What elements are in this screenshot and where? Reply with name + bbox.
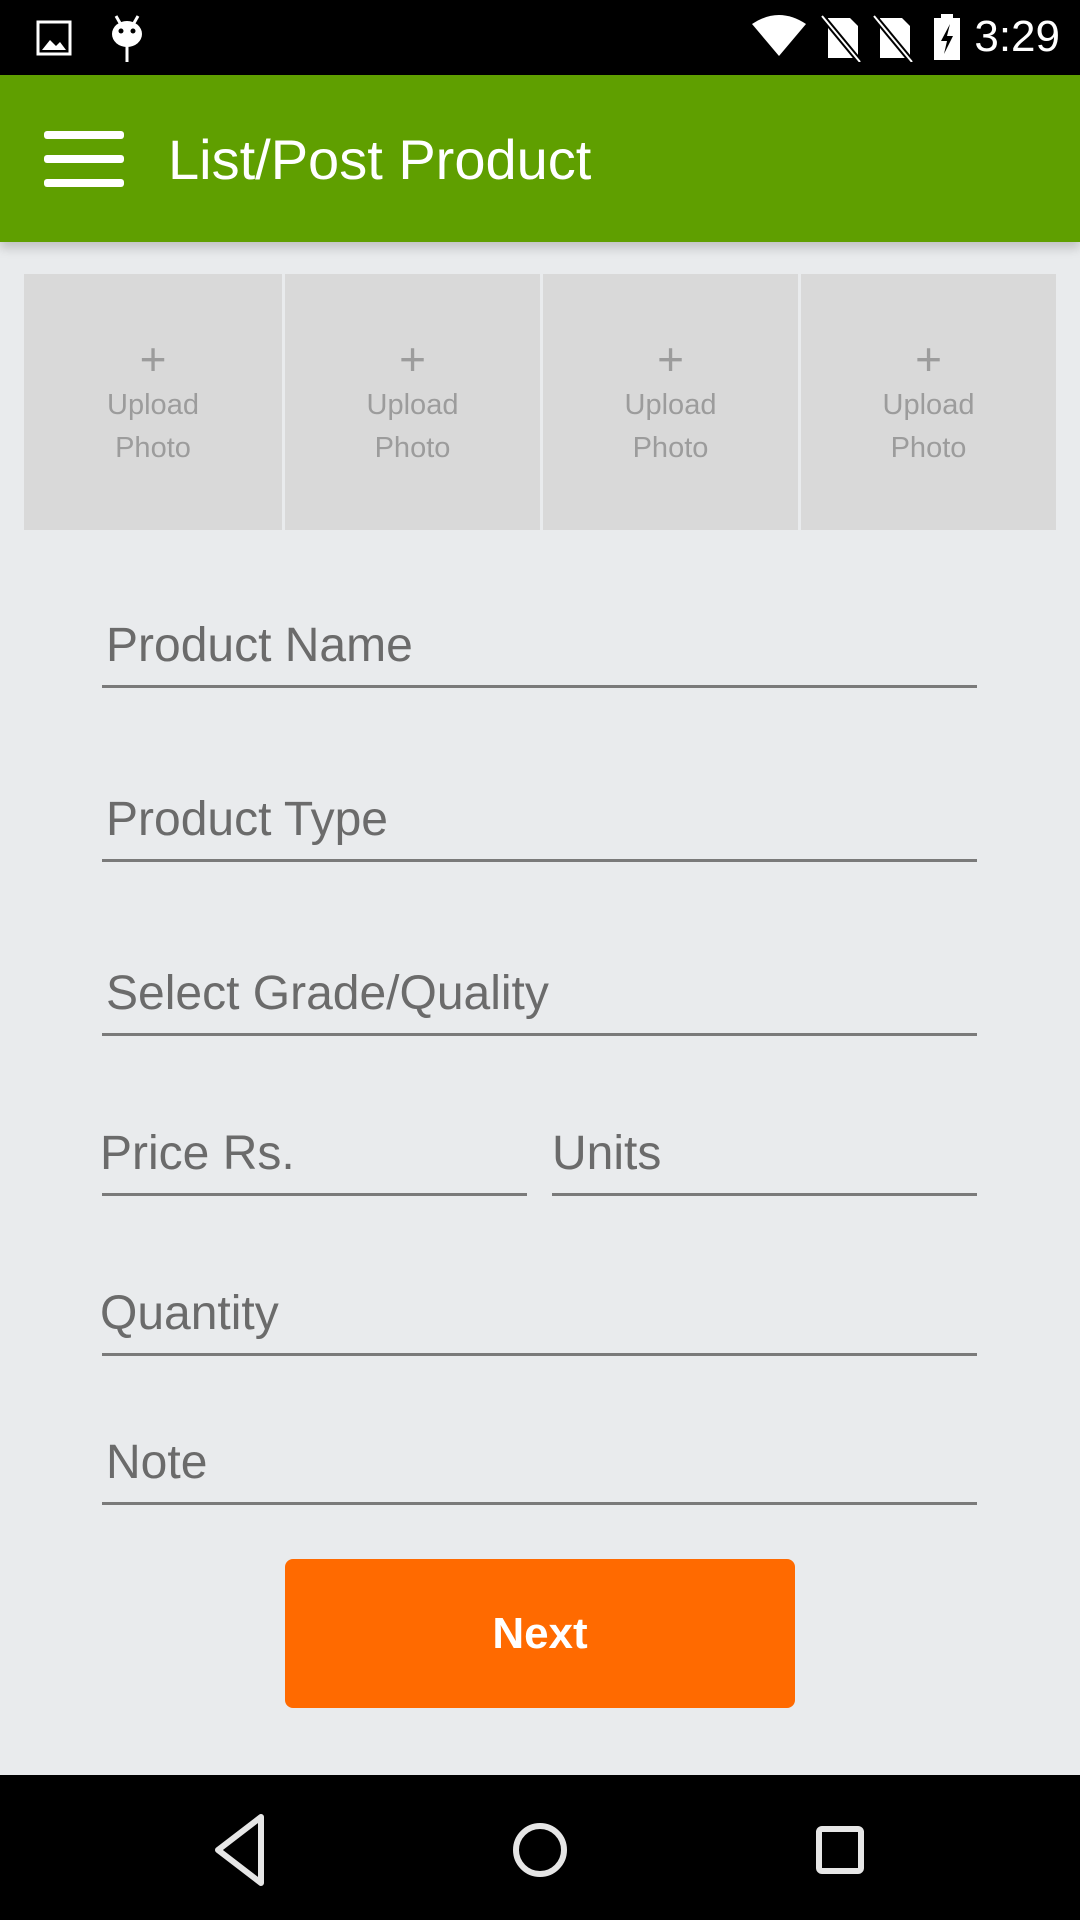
plus-icon: + — [139, 333, 167, 385]
plus-icon: + — [657, 333, 684, 385]
no-sim-icon — [872, 14, 915, 62]
plus-icon: + — [399, 333, 426, 385]
upload-photo-label: Upload Photo — [882, 389, 975, 464]
upload-photo-button-4[interactable]: + Upload Photo — [801, 274, 1056, 530]
product-type-input[interactable]: Product Type — [102, 793, 977, 862]
next-button[interactable]: Next — [285, 1559, 795, 1708]
battery-charging-icon — [934, 14, 960, 60]
navigation-bar — [0, 1775, 1080, 1920]
upload-photo-button-2[interactable]: + Upload Photo — [285, 274, 540, 530]
next-button-label: Next — [492, 1608, 588, 1658]
note-input[interactable]: Note — [102, 1436, 977, 1505]
plus-icon: + — [915, 333, 942, 385]
hamburger-menu-icon[interactable] — [44, 131, 124, 187]
price-input[interactable]: Price Rs. — [100, 1127, 527, 1196]
product-type-placeholder: Product Type — [106, 793, 388, 846]
product-name-input[interactable]: Product Name — [102, 619, 977, 688]
status-bar: 3:29 — [0, 0, 1080, 75]
product-name-placeholder: Product Name — [106, 619, 413, 672]
units-placeholder: Units — [552, 1127, 662, 1180]
note-placeholder: Note — [106, 1436, 208, 1489]
image-notification-icon — [36, 20, 72, 56]
upload-photo-label: Upload Photo — [107, 389, 199, 464]
home-icon[interactable] — [495, 1805, 585, 1895]
units-input[interactable]: Units — [552, 1127, 977, 1196]
clock: 3:29 — [974, 12, 1060, 61]
upload-photo-label: Upload Photo — [366, 389, 459, 464]
quantity-placeholder: Quantity — [100, 1287, 279, 1340]
upload-photo-label: Upload Photo — [624, 389, 717, 464]
android-debug-icon — [112, 15, 142, 62]
page-title: List/Post Product — [168, 128, 592, 191]
price-placeholder: Price Rs. — [100, 1127, 295, 1180]
wifi-icon — [752, 15, 806, 56]
upload-photo-button-1[interactable]: + Upload Photo — [24, 274, 282, 530]
grade-quality-select[interactable]: Select Grade/Quality — [102, 967, 977, 1036]
quantity-input[interactable]: Quantity — [100, 1287, 977, 1356]
upload-photo-button-3[interactable]: + Upload Photo — [543, 274, 798, 530]
recents-icon[interactable] — [795, 1805, 885, 1895]
back-icon[interactable] — [196, 1805, 286, 1895]
grade-quality-placeholder: Select Grade/Quality — [106, 967, 549, 1020]
no-sim-icon — [820, 14, 863, 62]
app-bar: List/Post Product — [0, 75, 1080, 242]
